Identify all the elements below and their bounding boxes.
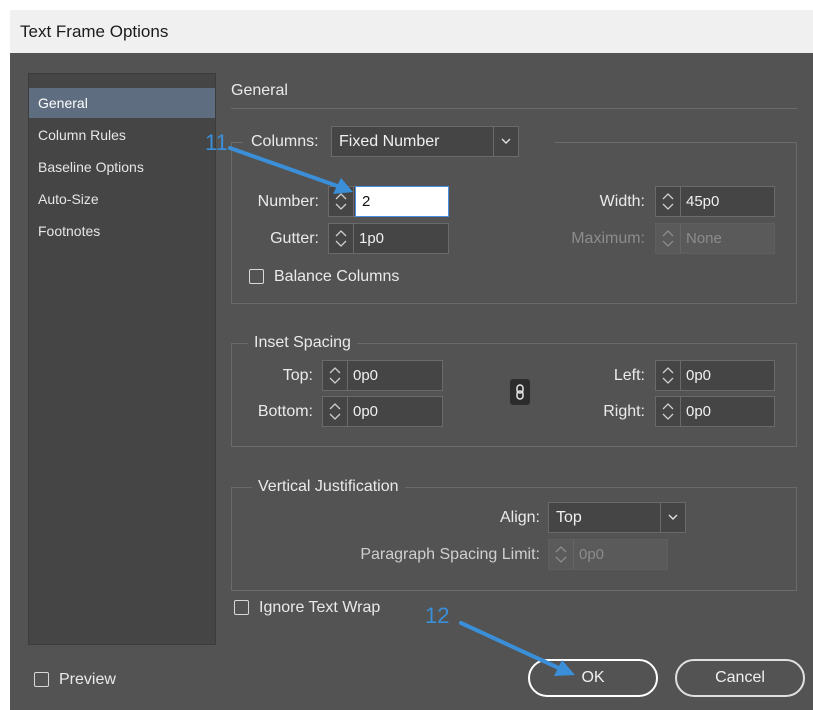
sidebar: General Column Rules Baseline Options Au… bbox=[28, 73, 216, 645]
sidebar-item-column-rules[interactable]: Column Rules bbox=[29, 120, 215, 150]
bottom-value[interactable]: 0p0 bbox=[353, 397, 378, 426]
width-value[interactable]: 45p0 bbox=[686, 187, 719, 216]
stepper-arrows-icon bbox=[656, 224, 681, 253]
stepper-arrows-icon[interactable] bbox=[656, 361, 681, 390]
annotation-number-12: 12 bbox=[425, 603, 450, 628]
stepper-arrows-icon[interactable] bbox=[656, 187, 681, 216]
panel-title-divider bbox=[231, 108, 797, 109]
balance-columns-label[interactable]: Balance Columns bbox=[274, 267, 399, 287]
stepper-arrows-icon bbox=[549, 540, 574, 569]
bottom-label: Bottom: bbox=[257, 403, 313, 420]
right-value[interactable]: 0p0 bbox=[686, 397, 711, 426]
ignore-text-wrap-label[interactable]: Ignore Text Wrap bbox=[259, 598, 380, 618]
stepper-arrows-icon[interactable] bbox=[323, 361, 348, 390]
align-select[interactable]: Top bbox=[548, 502, 686, 533]
text-frame-options-dialog: Text Frame Options General Column Rules … bbox=[10, 10, 813, 710]
sidebar-item-general[interactable]: General bbox=[29, 88, 215, 118]
maximum-stepper: None bbox=[655, 223, 775, 254]
top-value[interactable]: 0p0 bbox=[353, 361, 378, 390]
chevron-down-icon[interactable] bbox=[660, 503, 685, 532]
number-input[interactable]: 2 bbox=[355, 186, 449, 217]
cancel-button[interactable]: Cancel bbox=[675, 659, 805, 697]
left-label: Left: bbox=[613, 367, 645, 384]
ignore-text-wrap-checkbox[interactable] bbox=[234, 600, 249, 615]
left-stepper[interactable]: 0p0 bbox=[655, 360, 775, 391]
gutter-label: Gutter: bbox=[270, 230, 319, 247]
vertical-justification-title: Vertical Justification bbox=[252, 477, 405, 497]
maximum-value: None bbox=[686, 230, 722, 247]
top-stepper[interactable]: 0p0 bbox=[322, 360, 443, 391]
right-label: Right: bbox=[603, 403, 645, 420]
paragraph-spacing-limit-stepper: 0p0 bbox=[548, 539, 668, 570]
gutter-stepper[interactable]: 1p0 bbox=[328, 223, 449, 254]
right-stepper[interactable]: 0p0 bbox=[655, 396, 775, 427]
annotation-arrow-12-icon bbox=[459, 621, 575, 676]
paragraph-spacing-limit-label: Paragraph Spacing Limit: bbox=[360, 546, 540, 563]
stepper-arrows-icon[interactable] bbox=[656, 397, 681, 426]
balance-columns-checkbox[interactable] bbox=[249, 269, 264, 284]
left-value[interactable]: 0p0 bbox=[686, 361, 711, 390]
gutter-value[interactable]: 1p0 bbox=[359, 224, 384, 253]
align-label: Align: bbox=[499, 509, 540, 526]
preview-label[interactable]: Preview bbox=[59, 670, 116, 690]
maximum-label: Maximum: bbox=[571, 230, 645, 247]
sidebar-item-baseline-options[interactable]: Baseline Options bbox=[29, 152, 215, 182]
preview-checkbox[interactable] bbox=[34, 672, 49, 687]
sidebar-item-footnotes[interactable]: Footnotes bbox=[29, 216, 215, 246]
inset-spacing-title: Inset Spacing bbox=[248, 333, 357, 353]
width-stepper[interactable]: 45p0 bbox=[655, 186, 775, 217]
paragraph-spacing-limit-value: 0p0 bbox=[579, 546, 605, 563]
align-value: Top bbox=[556, 509, 582, 526]
dialog-title: Text Frame Options bbox=[20, 22, 169, 41]
top-label: Top: bbox=[282, 367, 313, 384]
stepper-arrows-icon[interactable] bbox=[323, 397, 348, 426]
chain-link-icon[interactable] bbox=[510, 379, 530, 405]
chevron-down-icon[interactable] bbox=[493, 127, 518, 156]
bottom-stepper[interactable]: 0p0 bbox=[322, 396, 443, 427]
panel-title: General bbox=[231, 82, 288, 99]
stepper-arrows-icon[interactable] bbox=[329, 224, 354, 253]
sidebar-item-auto-size[interactable]: Auto-Size bbox=[29, 184, 215, 214]
title-bar: Text Frame Options bbox=[10, 10, 813, 53]
width-label: Width: bbox=[599, 193, 645, 210]
annotation-arrow-11-icon bbox=[228, 146, 353, 194]
